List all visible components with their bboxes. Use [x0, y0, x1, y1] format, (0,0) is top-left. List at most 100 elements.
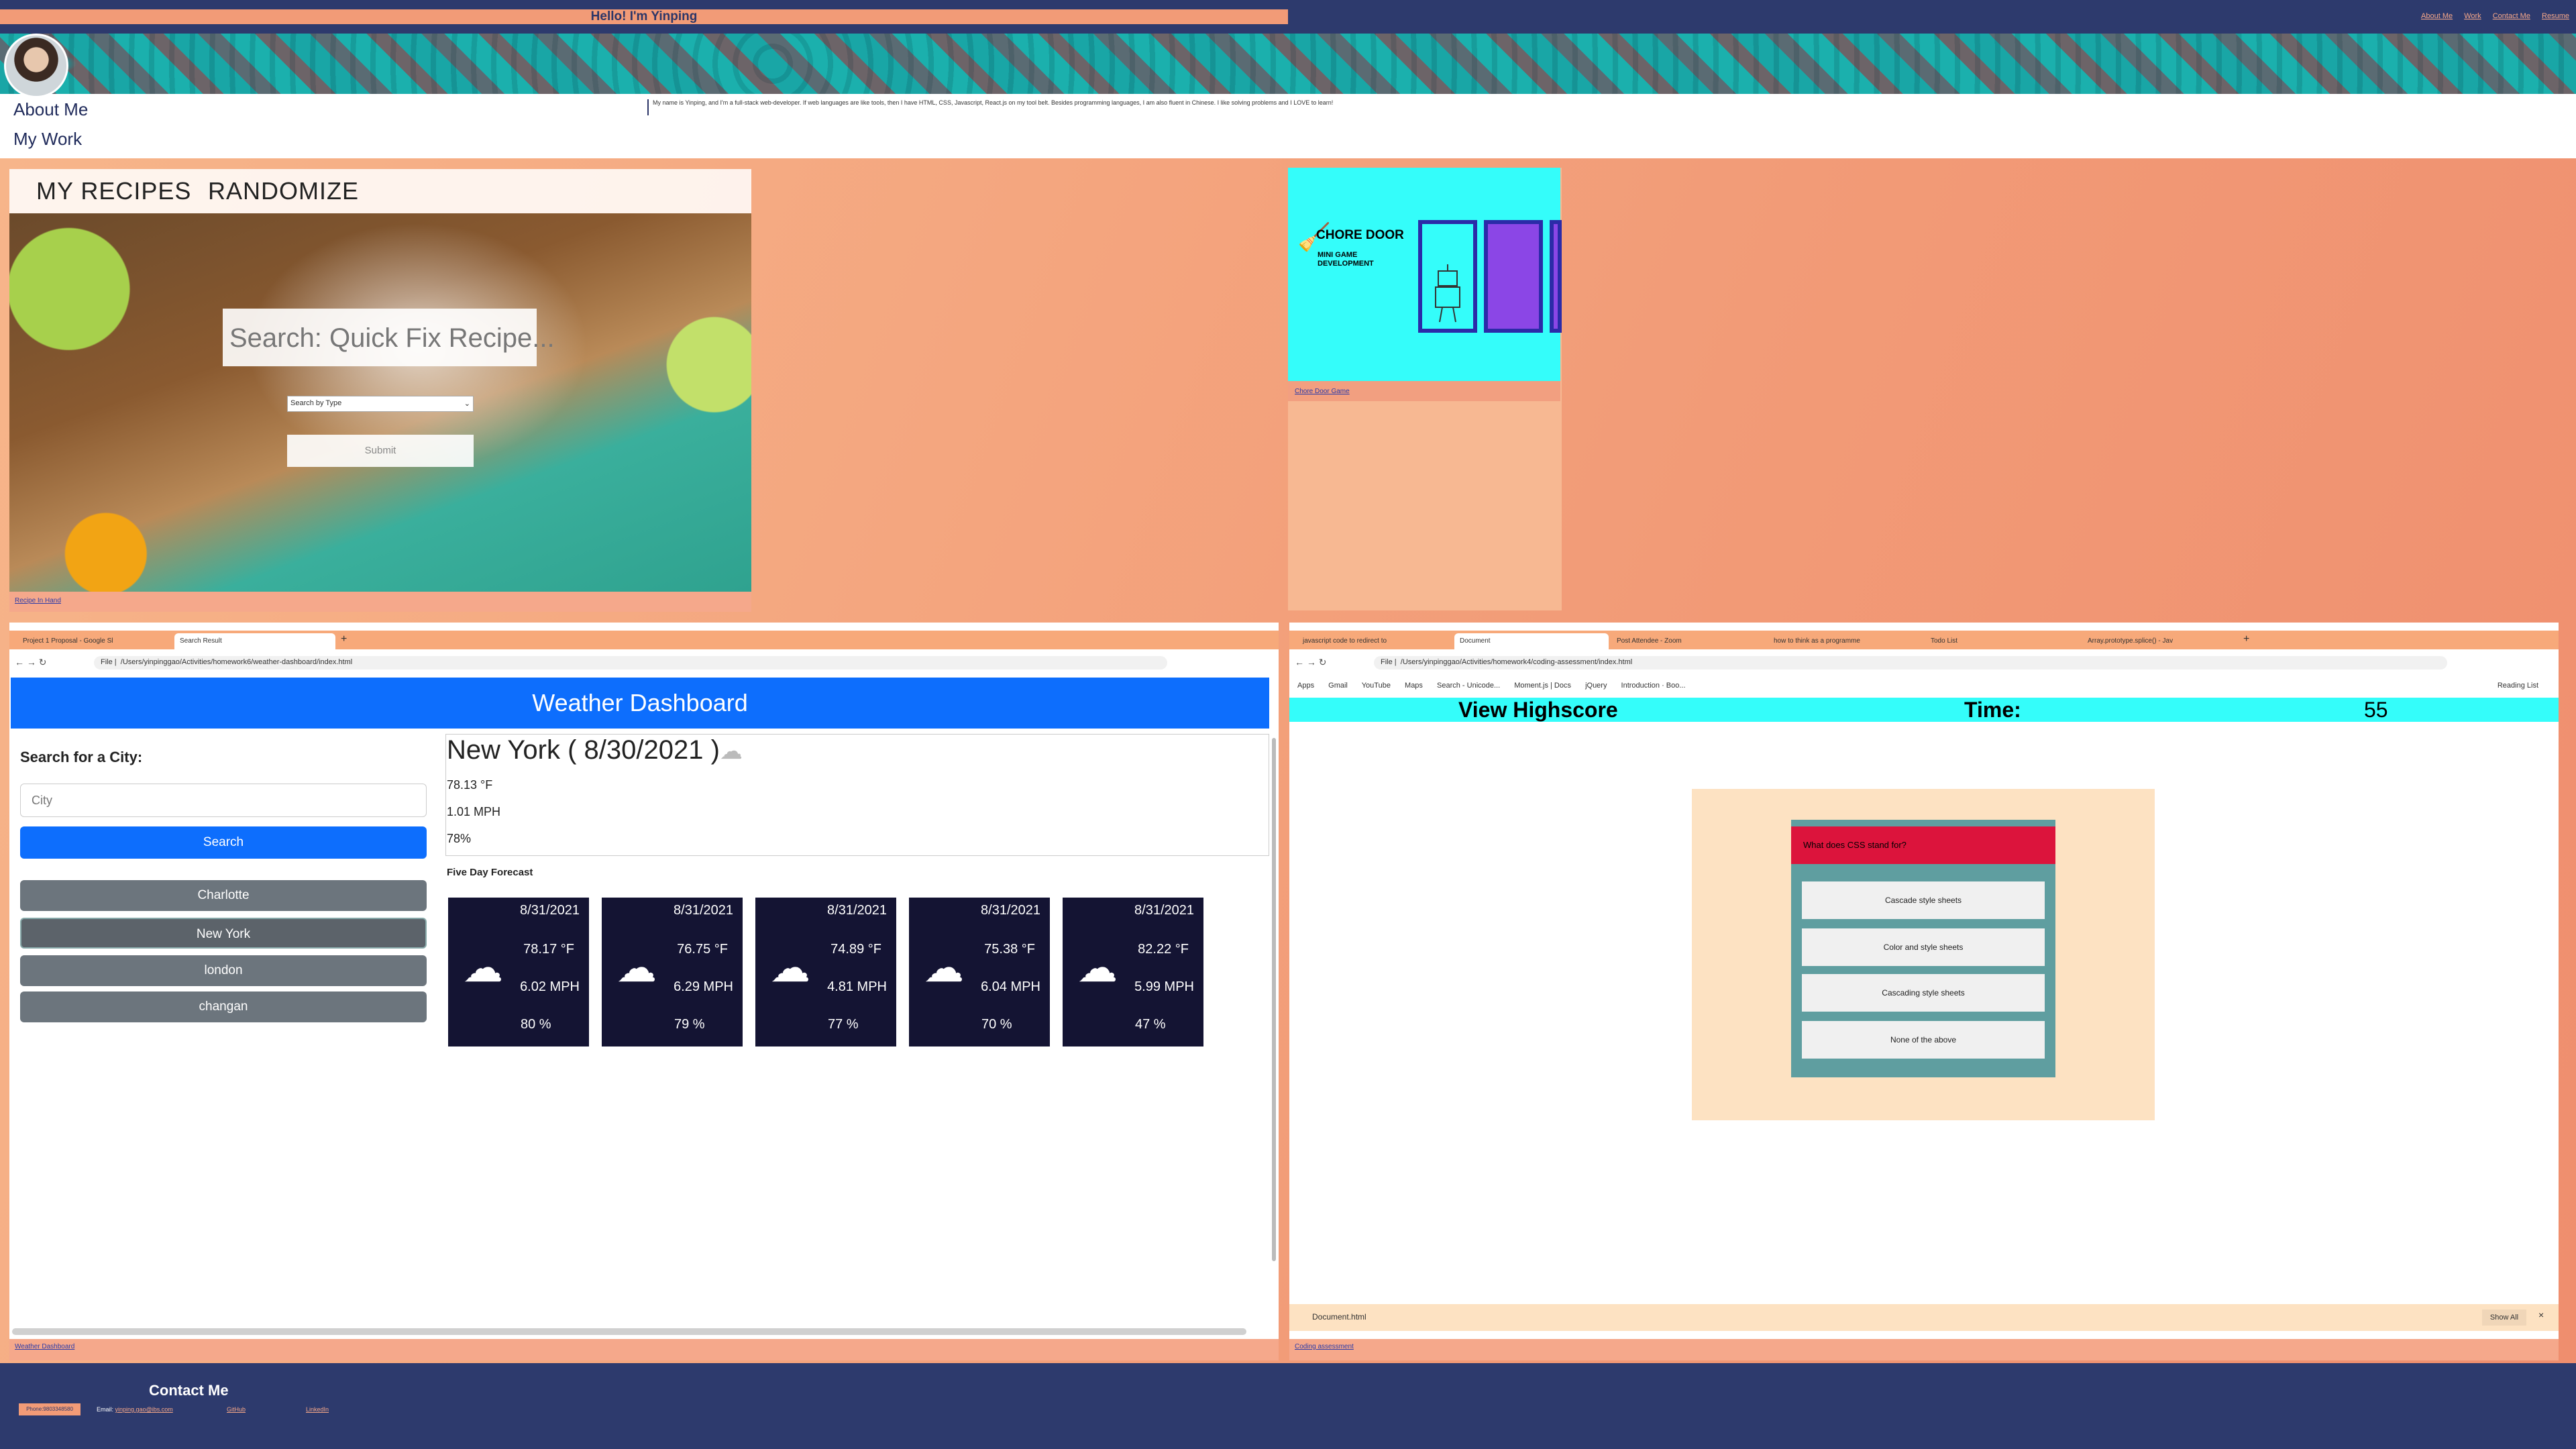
search-button[interactable]: Search — [20, 826, 427, 859]
current-city-date: New York ( 8/30/2021 ) — [447, 735, 720, 765]
bookmark-item[interactable]: Maps — [1405, 682, 1423, 690]
side-nav-about-me[interactable]: About Me — [13, 99, 88, 120]
recipe-type-select[interactable]: Search by Type ⌄ — [287, 396, 474, 412]
forecast-card: 8/31/2021 ☁ 82.22 °F 5.99 MPH 47 % — [1063, 898, 1203, 1046]
bookmark-item[interactable]: jQuery — [1585, 682, 1607, 690]
nav-resume[interactable]: Resume — [2542, 12, 2569, 20]
address-field[interactable]: File | /Users/yinpinggao/Activities/home… — [94, 656, 1167, 669]
chore-door-title: CHORE DOOR — [1316, 228, 1404, 242]
tab-randomize[interactable]: RANDOMIZE — [208, 177, 359, 205]
answer-button[interactable]: Cascade style sheets — [1802, 881, 2045, 919]
answer-button[interactable]: None of the above — [1802, 1021, 2045, 1059]
github-link[interactable]: GitHub — [227, 1406, 246, 1413]
bookmark-item[interactable]: Moment.js | Docs — [1514, 682, 1571, 690]
browser-tab[interactable]: Array.prototype.splice() - Jav — [2082, 633, 2237, 649]
forecast-temp: 74.89 °F — [830, 942, 881, 957]
time-label: Time: — [1964, 698, 2021, 722]
browser-tab[interactable]: Todo List — [1925, 633, 2080, 649]
nav-about-me[interactable]: About Me — [2421, 12, 2453, 20]
address-field[interactable]: File | /Users/yinpinggao/Activities/home… — [1374, 656, 2447, 669]
vertical-scrollbar[interactable] — [1272, 738, 1276, 1261]
close-icon[interactable]: × — [2538, 1309, 2544, 1320]
five-day-label: Five Day Forecast — [447, 867, 533, 878]
rain-cloud-icon: ☁ — [616, 945, 657, 990]
browser-tab-active[interactable]: Search Result — [174, 633, 335, 649]
current-weather-title: New York ( 8/30/2021 )☁ — [447, 735, 743, 765]
current-wind: 1.01 MPH — [447, 805, 501, 818]
city-input[interactable]: City — [20, 784, 427, 817]
forecast-date: 8/31/2021 — [1134, 903, 1194, 918]
browser-tab[interactable]: javascript code to redirect to — [1297, 633, 1452, 649]
forecast-wind: 6.04 MPH — [981, 979, 1040, 994]
cloud-icon: ☁ — [924, 945, 964, 990]
email-label: Email: — [97, 1406, 114, 1413]
email-link[interactable]: yinping.gao@ibs.com — [115, 1406, 173, 1413]
bio-text: My name is Yinping, and I'm a full-stack… — [647, 99, 1587, 115]
chore-door-subtitle: MINI GAME DEVELOPMENT — [1318, 251, 1374, 268]
current-temp: 78.13 °F — [447, 778, 493, 792]
history-city-button[interactable]: Charlotte — [20, 880, 427, 911]
forecast-date: 8/31/2021 — [520, 903, 580, 918]
forecast-wind: 6.29 MPH — [674, 979, 733, 994]
history-city-button[interactable]: london — [20, 955, 427, 986]
search-label: Search for a City: — [20, 749, 143, 765]
recipe-search-input[interactable]: Search: Quick Fix Recipe... — [223, 309, 555, 366]
history-city-button[interactable]: changan — [20, 991, 427, 1022]
robot-icon — [1435, 264, 1460, 323]
horizontal-scrollbar[interactable] — [12, 1328, 1246, 1335]
view-highscore-link[interactable]: View Highscore — [1458, 698, 1618, 722]
bookmark-item[interactable]: Introduction · Boo... — [1621, 682, 1686, 690]
file-label: File — [1381, 658, 1393, 666]
forecast-date: 8/31/2021 — [827, 903, 887, 918]
linkedin-link[interactable]: LinkedIn — [306, 1406, 329, 1413]
tab-my-recipes[interactable]: MY RECIPES — [36, 177, 191, 205]
recipe-submit-button[interactable]: Submit — [287, 435, 474, 467]
browser-tab-active[interactable]: Document — [1454, 633, 1609, 649]
show-all-button[interactable]: Show All — [2482, 1309, 2526, 1326]
closed-door[interactable] — [1484, 220, 1543, 333]
bookmark-item[interactable]: Search - Unicode... — [1437, 682, 1500, 690]
forecast-humidity: 77 % — [828, 1017, 859, 1032]
answer-button[interactable]: Cascading style sheets — [1802, 974, 2045, 1012]
browser-url-bar: ← → ↻ File | /Users/yinpinggao/Activitie… — [9, 654, 1279, 672]
current-humidity: 78% — [447, 832, 472, 845]
browser-tab[interactable]: Project 1 Proposal - Google Sl — [17, 633, 172, 649]
side-nav-my-work[interactable]: My Work — [13, 129, 82, 150]
forecast-card: 8/31/2021 ☁ 78.17 °F 6.02 MPH 80 % — [448, 898, 589, 1046]
url-text: /Users/yinpinggao/Activities/homework6/w… — [120, 658, 353, 666]
forecast-humidity: 70 % — [981, 1017, 1012, 1032]
bookmark-item[interactable]: Apps — [1297, 682, 1314, 690]
quiz-project-link[interactable]: Coding assessment — [1295, 1343, 1354, 1350]
cloud-icon: ☁ — [770, 945, 810, 990]
forecast-card: 8/31/2021 ☁ 74.89 °F 4.81 MPH 77 % — [755, 898, 896, 1046]
back-forward-reload-icon[interactable]: ← → ↻ — [1295, 657, 1327, 668]
closed-door[interactable] — [1550, 220, 1562, 333]
recipe-project-link[interactable]: Recipe In Hand — [15, 597, 61, 604]
new-tab-icon[interactable]: + — [338, 633, 354, 649]
weather-link-bar — [9, 1339, 1279, 1360]
history-city-button[interactable]: New York — [20, 918, 427, 949]
reading-list[interactable]: Reading List — [2498, 682, 2538, 690]
bookmark-item[interactable]: YouTube — [1362, 682, 1391, 690]
nav-contact-me[interactable]: Contact Me — [2493, 12, 2530, 20]
top-nav: About Me Work Contact Me Resume — [2412, 12, 2569, 20]
forecast-temp: 78.17 °F — [523, 942, 574, 957]
forecast-card: 8/31/2021 ☁ 75.38 °F 6.04 MPH 70 % — [909, 898, 1050, 1046]
browser-tab[interactable]: Post Attendee - Zoom — [1611, 633, 1766, 649]
forecast-temp: 82.22 °F — [1138, 942, 1189, 957]
bookmark-item[interactable]: Gmail — [1328, 682, 1348, 690]
new-tab-icon[interactable]: + — [2241, 633, 2257, 649]
recipe-link-bar — [9, 592, 751, 612]
forecast-temp: 75.38 °F — [984, 942, 1035, 957]
back-forward-reload-icon[interactable]: ← → ↻ — [15, 657, 47, 668]
forecast-wind: 5.99 MPH — [1134, 979, 1194, 994]
forecast-humidity: 80 % — [521, 1017, 551, 1032]
download-item[interactable]: Document.html — [1312, 1312, 1366, 1322]
weather-project-link[interactable]: Weather Dashboard — [15, 1343, 74, 1350]
forecast-date: 8/31/2021 — [981, 903, 1040, 918]
chore-project-link[interactable]: Chore Door Game — [1295, 388, 1350, 395]
answer-button[interactable]: Color and style sheets — [1802, 928, 2045, 966]
browser-tab[interactable]: how to think as a programme — [1768, 633, 1923, 649]
nav-work[interactable]: Work — [2464, 12, 2481, 20]
footer — [0, 1363, 2576, 1449]
